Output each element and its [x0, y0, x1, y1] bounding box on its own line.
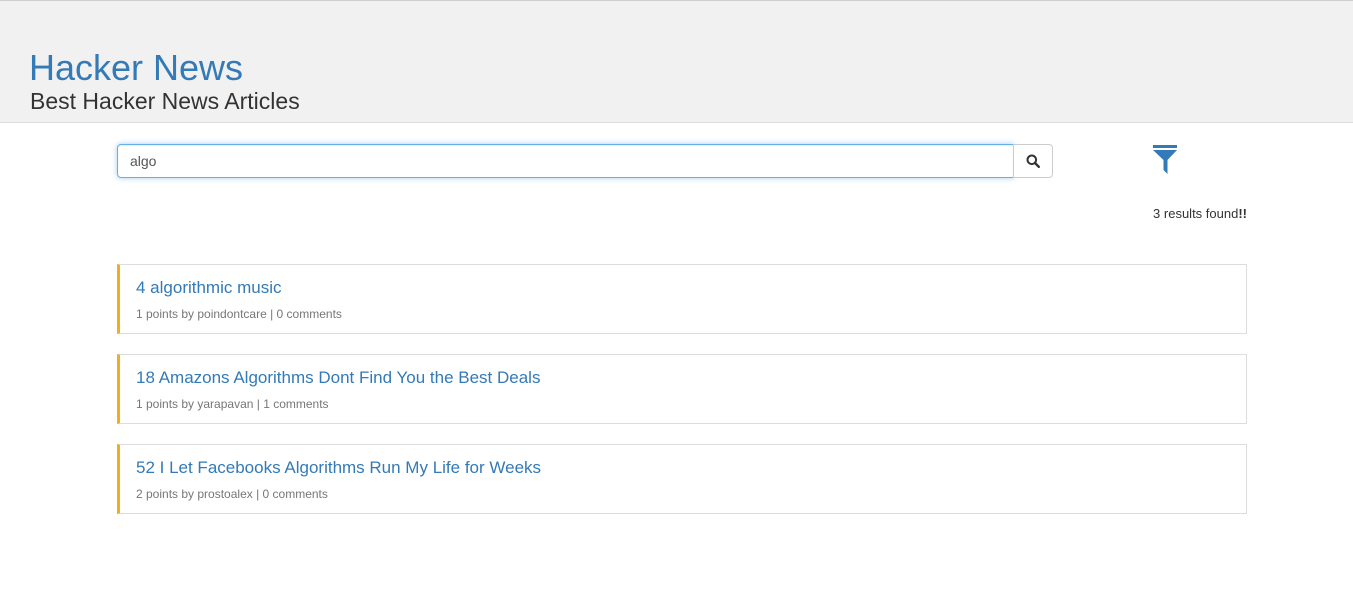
results-count: 3 results found!! — [1153, 206, 1247, 221]
site-title[interactable]: Hacker News — [29, 47, 243, 89]
results-count-text: 3 results found — [1153, 206, 1239, 221]
site-header: Hacker News Best Hacker News Articles — [0, 0, 1353, 123]
search-input[interactable] — [117, 144, 1014, 178]
filter-icon — [1152, 145, 1178, 175]
result-meta: 1 points by poindontcare | 0 comments — [136, 307, 342, 321]
result-card[interactable]: 4 algorithmic music 1 points by poindont… — [117, 264, 1247, 334]
result-title[interactable]: 18 Amazons Algorithms Dont Find You the … — [136, 368, 540, 388]
search-icon — [1026, 154, 1040, 168]
result-list: 4 algorithmic music 1 points by poindont… — [117, 264, 1247, 534]
result-meta: 1 points by yarapavan | 1 comments — [136, 397, 329, 411]
filter-button[interactable] — [1151, 144, 1179, 176]
result-meta: 2 points by prostoalex | 0 comments — [136, 487, 328, 501]
result-title[interactable]: 4 algorithmic music — [136, 278, 282, 298]
results-count-suffix: !! — [1238, 206, 1247, 221]
result-title[interactable]: 52 I Let Facebooks Algorithms Run My Lif… — [136, 458, 541, 478]
site-subtitle: Best Hacker News Articles — [30, 88, 300, 114]
search-button[interactable] — [1013, 144, 1053, 178]
result-card[interactable]: 18 Amazons Algorithms Dont Find You the … — [117, 354, 1247, 424]
result-card[interactable]: 52 I Let Facebooks Algorithms Run My Lif… — [117, 444, 1247, 514]
